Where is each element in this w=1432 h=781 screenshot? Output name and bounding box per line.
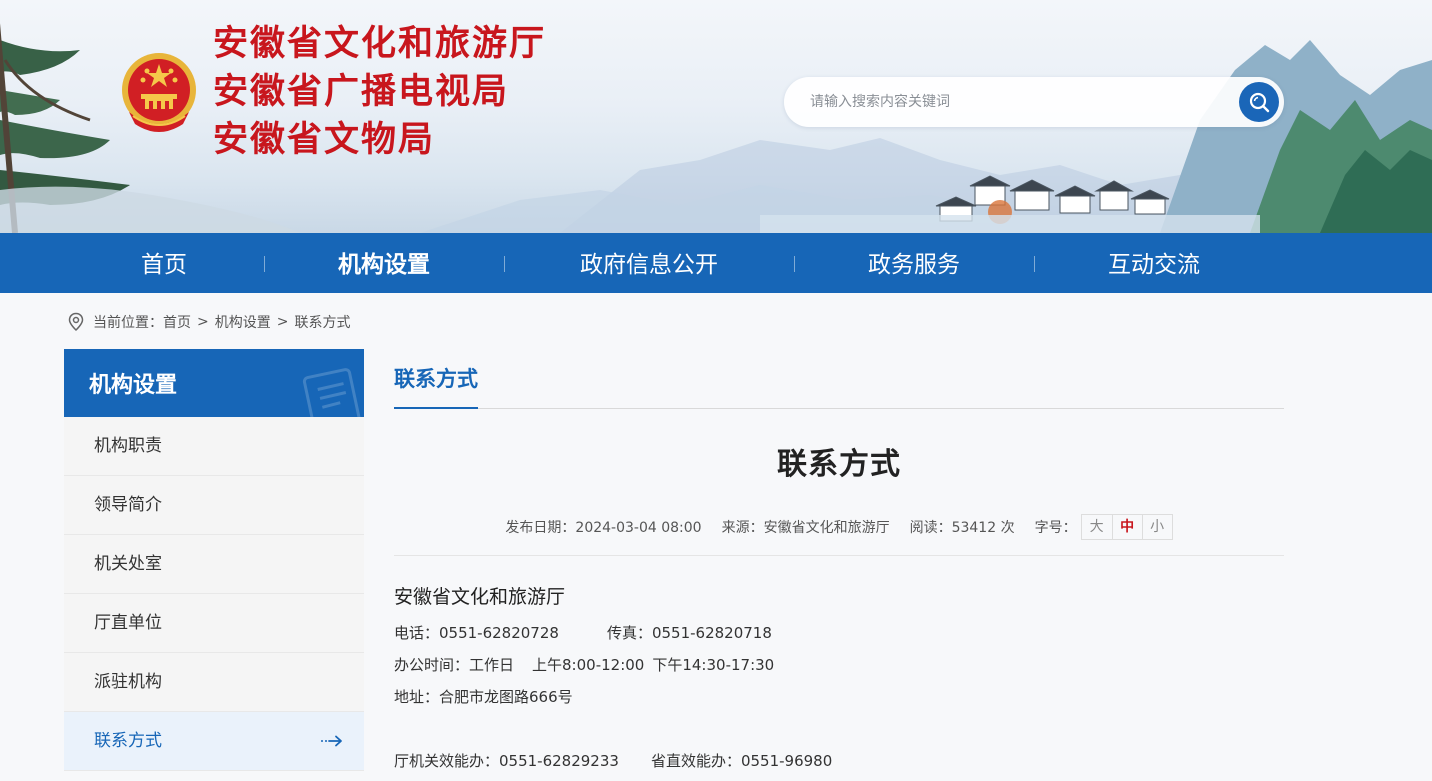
breadcrumb-separator: > bbox=[276, 314, 289, 330]
national-emblem-icon bbox=[122, 53, 196, 132]
nav-gov-services[interactable]: 政务服务 bbox=[844, 233, 984, 293]
sidebar-item-label: 机构职责 bbox=[94, 436, 162, 456]
sidebar-item-leaders[interactable]: 领导简介 bbox=[64, 476, 364, 535]
org-title-cultural-relics: 安徽省文物局 bbox=[213, 119, 436, 160]
contact-office-hours: 办公时间：工作日 上午8:00-12:00 下午14:30-17:30 bbox=[394, 656, 775, 674]
read-count: 阅读：53412 次 bbox=[909, 520, 1015, 536]
sidebar-header: 机构设置 bbox=[64, 349, 364, 417]
font-size-control: 字号： 大 中 小 bbox=[1035, 514, 1173, 540]
document-icon bbox=[302, 368, 362, 417]
article-source: 来源：安徽省文化和旅游厅 bbox=[721, 520, 890, 536]
search-button[interactable] bbox=[1239, 82, 1279, 122]
org-title-radio-tv: 安徽省广播电视局 bbox=[213, 71, 510, 112]
sidebar-item-stationed-agencies[interactable]: 派驻机构 bbox=[64, 653, 364, 712]
breadcrumb-org-structure[interactable]: 机构设置 bbox=[215, 312, 271, 332]
sidebar-item-label: 厅直单位 bbox=[94, 613, 162, 633]
location-pin-icon bbox=[68, 312, 84, 332]
sidebar-item-duties[interactable]: 机构职责 bbox=[64, 417, 364, 476]
nav-gov-info[interactable]: 政府信息公开 bbox=[564, 233, 734, 293]
nav-separator bbox=[794, 256, 795, 272]
breadcrumb-current[interactable]: 联系方式 bbox=[294, 312, 350, 332]
arrow-right-icon bbox=[321, 735, 342, 747]
sidebar-item-label: 派驻机构 bbox=[94, 672, 162, 692]
nav-org-structure[interactable]: 机构设置 bbox=[314, 233, 454, 293]
provincial-efficiency-office: 省直效能办：0551-96980 bbox=[650, 752, 833, 770]
sidebar-item-contact[interactable]: 联系方式 bbox=[64, 712, 364, 771]
content-tab-row: 联系方式 bbox=[394, 349, 1284, 409]
font-size-small-button[interactable]: 小 bbox=[1141, 515, 1172, 539]
sidebar: 机构设置 机构职责 领导简介 机关处室 厅直单位 派驻机构 联系方式 bbox=[64, 349, 364, 771]
sidebar-item-label: 机关处室 bbox=[94, 554, 162, 574]
nav-separator bbox=[504, 256, 505, 272]
breadcrumb-prefix: 当前位置： bbox=[93, 315, 163, 331]
sidebar-item-departments[interactable]: 机关处室 bbox=[64, 535, 364, 594]
breadcrumb-separator: > bbox=[197, 314, 209, 330]
main-content: 联系方式 联系方式 发布日期：2024-03-04 08:00 来源：安徽省文化… bbox=[394, 349, 1284, 770]
sidebar-item-label: 领导简介 bbox=[94, 495, 162, 515]
publish-date: 发布日期：2024-03-04 08:00 bbox=[505, 520, 702, 536]
sidebar-item-label: 联系方式 bbox=[94, 731, 162, 751]
sidebar-title: 机构设置 bbox=[89, 373, 178, 398]
article-title: 联系方式 bbox=[777, 447, 901, 482]
tab-contact[interactable]: 联系方式 bbox=[394, 363, 478, 409]
sidebar-item-affiliated-units[interactable]: 厅直单位 bbox=[64, 594, 364, 653]
article-meta: 发布日期：2024-03-04 08:00 来源：安徽省文化和旅游厅 阅读：53… bbox=[394, 513, 1284, 541]
divider bbox=[394, 555, 1284, 556]
search-box bbox=[784, 77, 1284, 127]
nav-interaction[interactable]: 互动交流 bbox=[1084, 233, 1224, 293]
search-input[interactable] bbox=[810, 90, 1230, 114]
contact-address: 地址：合肥市龙图路666号 bbox=[394, 688, 573, 706]
breadcrumb: 当前位置： 首页 > 机构设置 > 联系方式 bbox=[67, 310, 350, 334]
org-titles: 安徽省文化和旅游厅 安徽省广播电视局 安徽省文物局 bbox=[213, 20, 546, 164]
efficiency-office: 厅机关效能办：0551-62829233 bbox=[394, 752, 619, 770]
font-size-label: 字号： bbox=[1034, 520, 1077, 536]
contact-phone-fax: 电话：0551-62820728 传真：0551-62820718 bbox=[394, 617, 1284, 649]
nav-separator bbox=[264, 256, 265, 272]
nav-home[interactable]: 首页 bbox=[104, 233, 224, 293]
main-nav: 首页 机构设置 政府信息公开 政务服务 互动交流 bbox=[0, 233, 1432, 293]
font-size-buttons: 大 中 小 bbox=[1080, 514, 1173, 540]
contact-efficiency-offices: 厅机关效能办：0551-62829233 省直效能办：0551-96980 bbox=[394, 745, 1284, 777]
search-icon bbox=[1249, 92, 1270, 113]
contact-fax: 传真：0551-62820718 bbox=[606, 624, 772, 642]
nav-separator bbox=[1034, 256, 1035, 272]
font-size-large-button[interactable]: 大 bbox=[1082, 515, 1112, 539]
org-title-culture-tourism: 安徽省文化和旅游厅 bbox=[213, 23, 547, 64]
contact-phone: 电话：0551-62820728 bbox=[394, 624, 559, 642]
header-banner: 安徽省文化和旅游厅 安徽省广播电视局 安徽省文物局 bbox=[0, 0, 1432, 233]
contact-org-name: 安徽省文化和旅游厅 bbox=[394, 586, 566, 608]
font-size-medium-button[interactable]: 中 bbox=[1111, 515, 1142, 539]
article-body: 安徽省文化和旅游厅 电话：0551-62820728 传真：0551-628207… bbox=[394, 583, 1284, 777]
breadcrumb-home[interactable]: 首页 bbox=[163, 312, 191, 332]
